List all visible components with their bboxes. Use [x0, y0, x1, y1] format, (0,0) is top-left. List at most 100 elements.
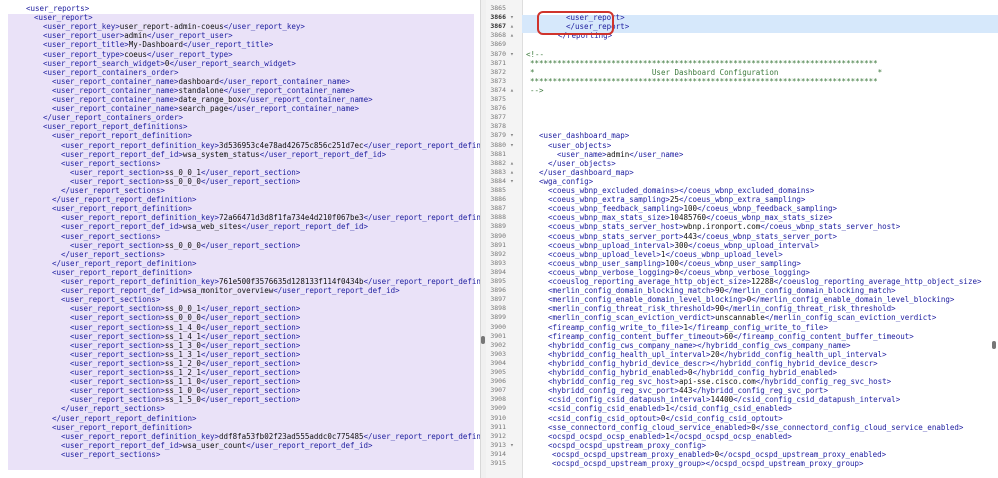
left-code-line[interactable]: <user_report_report_definition>	[52, 204, 192, 213]
right-code-line[interactable]: <coeus_wbnp_user_sampling>100</coeus_wbn…	[548, 259, 801, 268]
left-code-line[interactable]: <user_report_report_definition>	[52, 131, 192, 140]
left-code-line[interactable]: </user_report_report_definition>	[52, 414, 197, 423]
right-code-line[interactable]: <user_objects>	[548, 141, 611, 150]
fold-open-icon[interactable]: ▾	[510, 131, 514, 139]
left-code-line[interactable]: <user_report_report_def_id>wsa_monitor_o…	[61, 286, 400, 295]
left-editor-pane[interactable]: <user_reports> <user_report> <user_report_…	[0, 0, 480, 478]
fold-open-icon[interactable]: ▾	[510, 13, 514, 21]
left-code-line[interactable]: </user_report_sections>	[61, 404, 165, 413]
left-code-line[interactable]: <user_report_container_name>date_range_b…	[52, 95, 373, 104]
right-code-line[interactable]: ****************************************…	[530, 59, 878, 68]
left-code-line[interactable]: <user_report_section>ss_1_5_0</user_repo…	[70, 395, 300, 404]
fold-open-icon[interactable]: ▾	[510, 177, 514, 185]
right-code-line[interactable]: <wga_config>	[539, 177, 593, 186]
right-code-line[interactable]: <csid_config_csid_optout>0</csid_config_…	[548, 414, 783, 423]
right-code-line[interactable]: <hybridd_config_cws_company_name></hybri…	[548, 341, 851, 350]
left-code-line[interactable]: </user_report_report_definition>	[52, 195, 197, 204]
left-code-line[interactable]: <user_report_sections>	[61, 295, 160, 304]
right-code-line[interactable]: <coeuslog_reporting_average_http_object_…	[548, 277, 982, 286]
left-code-line[interactable]: <user_report_section>ss_0_0_1</user_repo…	[70, 304, 300, 313]
left-code-line[interactable]: </user_report_containers_order>	[43, 113, 183, 122]
left-code-line[interactable]: <user_report_section>ss_0_0_1</user_repo…	[70, 168, 300, 177]
right-code-line[interactable]: <ocspd_ocspd_upstream_proxy_enabled>0</o…	[552, 450, 886, 459]
left-code-line[interactable]: <user_report_section>ss_0_0_0</user_repo…	[70, 177, 300, 186]
left-code-line[interactable]: <user_report_report_def_id>wsa_system_st…	[61, 150, 386, 159]
fold-open-icon[interactable]: ▾	[510, 141, 514, 149]
left-code-line[interactable]: <user_report_container_name>standalone</…	[52, 86, 355, 95]
right-scroll-handle[interactable]	[992, 341, 996, 349]
right-code-line[interactable]: <coeus_wbnp_feedback_sampling>100</coeus…	[548, 204, 837, 213]
left-code-line[interactable]: <user_report_sections>	[61, 232, 160, 241]
left-code-line[interactable]: <user_report_sections>	[61, 450, 160, 459]
fold-close-icon[interactable]: ▴	[510, 31, 514, 39]
right-code-line[interactable]: <merlin_config_threat_risk_threshold>90<…	[548, 304, 896, 313]
left-code-line[interactable]: <user_report_key>user_report-admin-coeus…	[43, 22, 305, 31]
right-code-line[interactable]: <hybridd_config_reg_svc_port>443</hybrid…	[548, 386, 828, 395]
fold-close-icon[interactable]: ▴	[510, 168, 514, 176]
right-code-line[interactable]: <coeus_wbnp_upload_interval>300</coeus_w…	[548, 241, 819, 250]
left-code-line[interactable]: <user_report_section>ss_1_4_1</user_repo…	[70, 332, 300, 341]
right-code-line[interactable]: <user_dashboard_map>	[539, 131, 629, 140]
right-code-line[interactable]: <ocspd_ocspd_upstream_proxy_group></ocsp…	[552, 459, 864, 468]
left-code-line[interactable]: <user_report_container_name>search_page<…	[52, 104, 359, 113]
left-code-line[interactable]: <user_report_containers_order>	[43, 68, 178, 77]
right-code-line[interactable]: <coeus_wbnp_stats_server_host>wbnp.ironp…	[548, 222, 900, 231]
fold-open-icon[interactable]: ▾	[510, 50, 514, 58]
left-scroll-handle[interactable]	[481, 336, 485, 344]
left-code-line[interactable]: <user_report_report_definition_key>72a66…	[61, 213, 480, 222]
right-code-line[interactable]: <fireamp_config_content_buffer_timeout>6…	[548, 332, 914, 341]
left-code-line[interactable]: <user_report_report_def_id>wsa_user_coun…	[61, 441, 373, 450]
right-code-line[interactable]: <coeus_wbnp_extra_sampling>25</coeus_wbn…	[548, 195, 805, 204]
right-code-line[interactable]: <coeus_wbnp_verbose_logging>0</coeus_wbn…	[548, 268, 810, 277]
left-code-line[interactable]: </user_report_sections>	[61, 250, 165, 259]
left-code-line[interactable]: <user_report_report_definition_key>761e5…	[61, 277, 480, 286]
right-code-line[interactable]: <hybridd_config_reg_svc_host>api-sse.cis…	[548, 377, 891, 386]
left-code-line[interactable]: <user_report_report_def_id>wsa_web_sites…	[61, 222, 368, 231]
fold-close-icon[interactable]: ▴	[510, 159, 514, 167]
right-code-line[interactable]: <coeus_wbnp_excluded_domains></coeus_wbn…	[548, 186, 814, 195]
left-code-line[interactable]: <user_report_section>ss_1_2_0</user_repo…	[70, 359, 300, 368]
left-code-line[interactable]: <user_report_container_name>dashboard</u…	[52, 77, 350, 86]
right-code-line[interactable]: <coeus_wbnp_stats_server_port>443</coeus…	[548, 232, 837, 241]
right-code-line[interactable]: <hybridd_config_health_upl_interval>20</…	[548, 350, 887, 359]
left-code-line[interactable]: <user_report_report_definition>	[52, 268, 192, 277]
right-code-line[interactable]: -->	[530, 86, 544, 95]
left-code-line[interactable]: <user_report_user>admin</user_report_use…	[43, 31, 233, 40]
left-code-line[interactable]: <user_report_section>ss_0_0_0</user_repo…	[70, 313, 300, 322]
right-code-line[interactable]: <fireamp_config_write_to_file>1</fireamp…	[548, 323, 828, 332]
right-code-line[interactable]: <merlin_config_enable_domain_level_block…	[548, 295, 954, 304]
left-code-line[interactable]: <user_report_search_widget>0</user_repor…	[43, 59, 296, 68]
fold-close-icon[interactable]: ▴	[510, 22, 514, 30]
left-code-line[interactable]: </user_report_sections>	[61, 186, 165, 195]
left-code-line[interactable]: <user_report_section>ss_1_3_0</user_repo…	[70, 341, 300, 350]
fold-open-icon[interactable]: ▾	[510, 441, 514, 449]
right-editor-pane[interactable]: 3865 3866 ▾ 3867 ▴ 3868 ▴ 3869 3870 ▾ 3871 3872 3873…	[486, 0, 998, 478]
left-code-line[interactable]: <user_report_section>ss_0_0_0</user_repo…	[70, 241, 300, 250]
right-code-line[interactable]: <merlin_config_domain_blocking_match>90<…	[548, 286, 896, 295]
left-code-line[interactable]: <user_report_report_definitions>	[43, 122, 188, 131]
fold-close-icon[interactable]: ▴	[510, 86, 514, 94]
right-code-line[interactable]: <user_name>admin</user_name>	[557, 150, 683, 159]
right-code-line[interactable]: ****************************************…	[530, 77, 878, 86]
left-code-line[interactable]: <user_reports>	[26, 4, 89, 13]
left-code-line[interactable]: <user_report_section>ss_1_0_0</user_repo…	[70, 386, 300, 395]
left-code-line[interactable]: <user_report_section>ss_1_4_0</user_repo…	[70, 323, 300, 332]
right-code-line[interactable]: * User Dashboard Configuration *	[530, 68, 882, 77]
left-code-line[interactable]: <user_report>	[34, 13, 93, 22]
left-code-line[interactable]: <user_report_report_definition>	[52, 423, 192, 432]
left-code-line[interactable]: <user_report_report_definition_key>3d536…	[61, 141, 480, 150]
right-code-line[interactable]: <hybridd_config_hybrid_device_descr></hy…	[548, 359, 878, 368]
right-code-line[interactable]: <ocspd_ocspd_upstream_proxy_config>	[548, 441, 706, 450]
left-code-line[interactable]: <user_report_section>ss_1_1_0</user_repo…	[70, 377, 300, 386]
right-code-line[interactable]: <coeus_wbnp_upload_level>1</coeus_wbnp_u…	[548, 250, 783, 259]
right-code-line[interactable]: <sse_connectord_config_cloud_service_ena…	[548, 423, 963, 432]
left-code-line[interactable]: <user_report_section>ss_1_2_1</user_repo…	[70, 368, 300, 377]
left-code-line[interactable]: <user_report_sections>	[61, 159, 160, 168]
right-code-line[interactable]: <ocspd_ocspd_ocsp_enabled>1</ocspd_ocspd…	[548, 432, 792, 441]
right-code-line[interactable]: <coeus_wbnp_max_stats_size>10485760</coe…	[548, 213, 832, 222]
right-code-line[interactable]: <!--	[526, 50, 544, 59]
right-code-line[interactable]: <merlin_config_scan_eviction_verdict>uns…	[548, 313, 936, 322]
right-code-line[interactable]: <csid_config_csid_datapush_interval>1440…	[548, 395, 900, 404]
left-code-line[interactable]: <user_report_title>My-Dashboard</user_re…	[43, 40, 273, 49]
right-code-line[interactable]: </user_dashboard_map>	[539, 168, 634, 177]
